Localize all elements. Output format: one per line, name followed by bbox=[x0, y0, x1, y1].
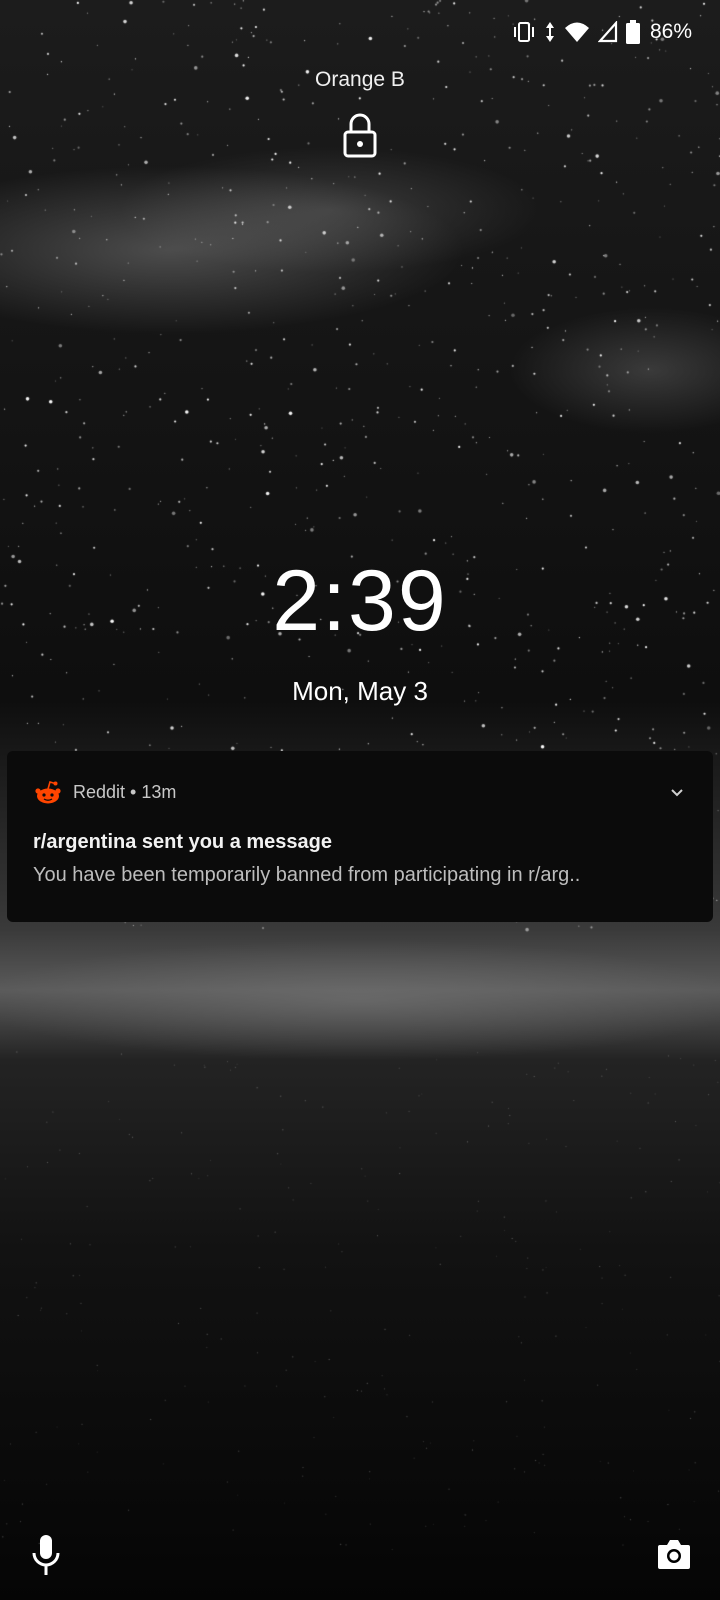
mic-icon[interactable] bbox=[28, 1533, 64, 1577]
notification-app-name: Reddit bbox=[73, 781, 126, 802]
data-arrows-icon bbox=[544, 20, 556, 44]
meta-separator: • bbox=[130, 781, 137, 802]
notification-meta: Reddit • 13m bbox=[73, 782, 176, 803]
vibrate-icon bbox=[512, 21, 536, 43]
reddit-icon bbox=[35, 780, 61, 804]
battery-percent: 86% bbox=[649, 20, 692, 43]
chevron-down-icon[interactable] bbox=[669, 785, 685, 801]
wifi-icon bbox=[564, 21, 590, 43]
lock-icon[interactable] bbox=[342, 112, 378, 158]
lockscreen-clock: 2:39 bbox=[272, 553, 448, 649]
battery-icon bbox=[625, 20, 640, 44]
notification-age: 13m bbox=[141, 781, 177, 802]
lockscreen-date: Mon, May 3 bbox=[292, 676, 428, 706]
notification-header: Reddit • 13m bbox=[35, 777, 176, 807]
signal-icon bbox=[597, 21, 618, 43]
status-bar: 86% bbox=[512, 18, 692, 46]
carrier-name: Orange B bbox=[315, 68, 405, 91]
camera-icon[interactable] bbox=[656, 1537, 692, 1571]
notification-body: You have been temporarily banned from pa… bbox=[33, 864, 581, 886]
notification-title: r/argentina sent you a message bbox=[33, 831, 333, 853]
notification-card[interactable]: Reddit • 13m r/argentina sent you a mess… bbox=[7, 751, 713, 922]
